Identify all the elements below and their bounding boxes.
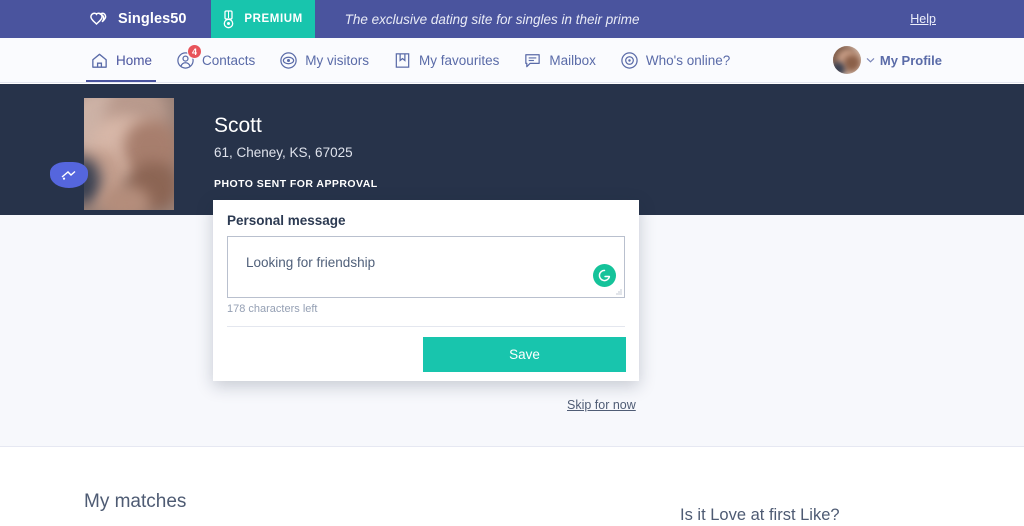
profile-photo-thumbnail[interactable] bbox=[84, 98, 174, 210]
profile-details: 61, Cheney, KS, 67025 bbox=[214, 145, 353, 160]
nav-label-whos-online: Who's online? bbox=[645, 52, 731, 68]
contacts-badge: 4 bbox=[187, 44, 203, 59]
grammarly-g-icon[interactable] bbox=[593, 264, 616, 287]
nav-item-list: Home 4 Contacts My visitors My favourite… bbox=[85, 38, 730, 82]
nav-label-my-favourites: My favourites bbox=[419, 52, 500, 68]
nav-label-my-visitors: My visitors bbox=[305, 52, 370, 68]
main-navigation: Home 4 Contacts My visitors My favourite… bbox=[0, 38, 1024, 83]
personal-message-field[interactable] bbox=[227, 236, 625, 298]
profile-hero-banner: Scott 61, Cheney, KS, 67025 PHOTO SENT F… bbox=[0, 84, 1024, 215]
card-divider bbox=[227, 326, 625, 327]
photo-status-text: PHOTO SENT FOR APPROVAL bbox=[214, 178, 378, 190]
target-circle-icon bbox=[620, 51, 639, 70]
double-heart-icon bbox=[88, 11, 110, 27]
home-icon bbox=[90, 51, 109, 70]
top-bar: Singles50 PREMIUM The exclusive dating s… bbox=[0, 0, 1024, 38]
nav-label-mailbox: Mailbox bbox=[549, 52, 596, 68]
personal-message-input[interactable] bbox=[246, 255, 576, 270]
nav-item-my-visitors[interactable]: My visitors bbox=[279, 38, 369, 82]
chevron-down-icon bbox=[866, 57, 875, 63]
nav-item-my-favourites[interactable]: My favourites bbox=[393, 38, 499, 82]
resize-grip-icon[interactable] bbox=[615, 288, 622, 295]
page-root: Singles50 PREMIUM The exclusive dating s… bbox=[0, 0, 1024, 526]
premium-badge[interactable]: PREMIUM bbox=[210, 0, 315, 38]
nav-label-contacts: Contacts bbox=[202, 52, 256, 68]
brand-logo-group[interactable]: Singles50 bbox=[88, 0, 187, 38]
nav-item-mailbox[interactable]: Mailbox bbox=[523, 38, 596, 82]
personal-message-card: Personal message 178 characters left Sav… bbox=[213, 200, 639, 381]
skip-for-now-link[interactable]: Skip for now bbox=[567, 398, 636, 412]
save-button[interactable]: Save bbox=[423, 337, 626, 372]
nav-item-contacts[interactable]: 4 Contacts bbox=[176, 38, 255, 82]
characters-left-counter: 178 characters left bbox=[227, 303, 318, 315]
speech-bubble-icon bbox=[523, 51, 542, 70]
card-title: Personal message bbox=[227, 213, 346, 228]
love-at-first-like-heading: Is it Love at first Like? bbox=[680, 506, 840, 524]
brand-name: Singles50 bbox=[118, 11, 187, 27]
medal-icon bbox=[222, 9, 235, 29]
profile-label: My Profile bbox=[879, 52, 942, 68]
tagline: The exclusive dating site for singles in… bbox=[344, 11, 640, 27]
photo-pending-badge-icon bbox=[50, 162, 88, 188]
my-matches-heading: My matches bbox=[84, 491, 187, 512]
eye-circle-icon bbox=[279, 51, 298, 70]
nav-label-home: Home bbox=[116, 52, 153, 68]
profile-name: Scott bbox=[214, 114, 262, 137]
help-link[interactable]: Help bbox=[910, 0, 936, 38]
profile-menu[interactable]: My Profile bbox=[832, 38, 942, 82]
premium-label: PREMIUM bbox=[244, 13, 303, 25]
avatar bbox=[832, 46, 861, 74]
nav-item-whos-online[interactable]: Who's online? bbox=[620, 38, 730, 82]
nav-item-home[interactable]: Home bbox=[85, 38, 157, 82]
bookmark-icon bbox=[393, 51, 412, 70]
